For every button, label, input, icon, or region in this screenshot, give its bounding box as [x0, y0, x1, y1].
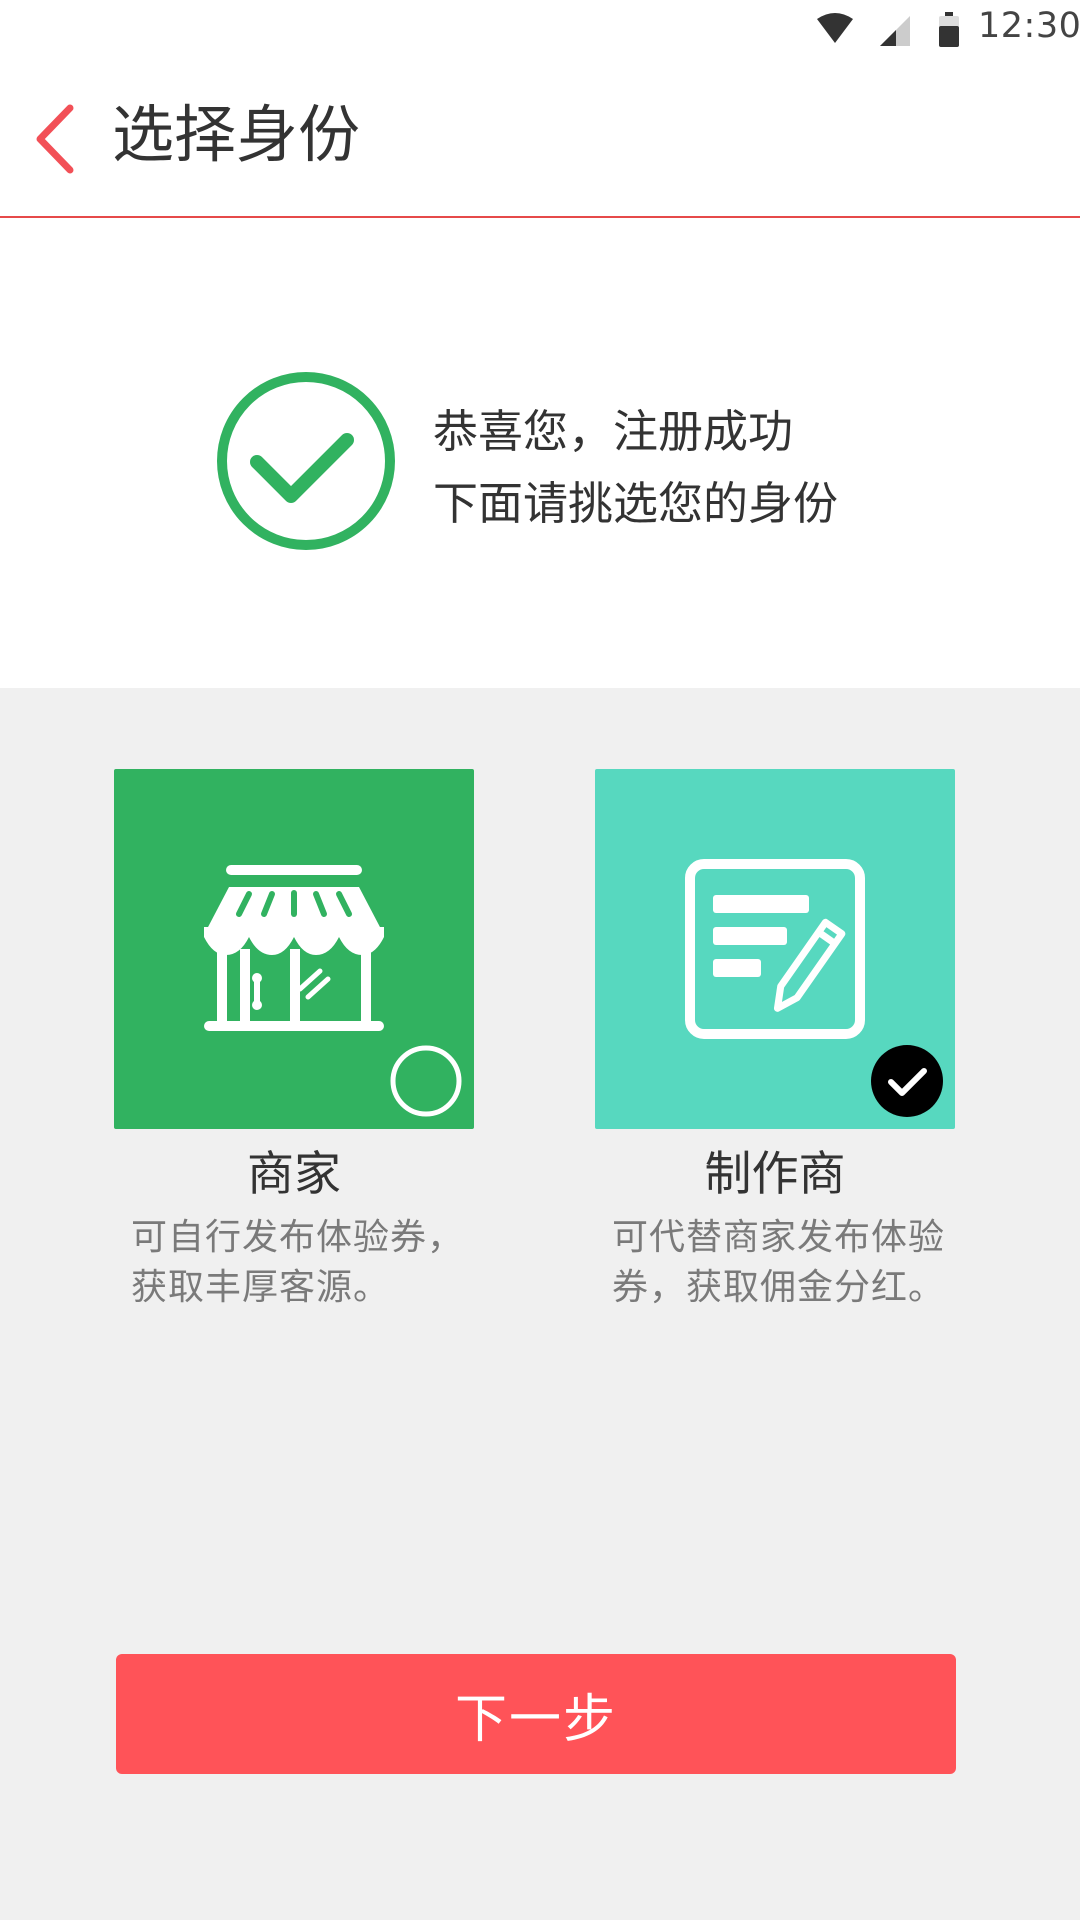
back-button[interactable] — [22, 100, 88, 178]
success-subtitle: 下面请挑选您的身份 — [433, 477, 839, 530]
success-panel: 恭喜您，注册成功 下面请挑选您的身份 — [0, 218, 1080, 688]
status-time: 12:30 — [978, 6, 1080, 46]
role-tile-merchant[interactable] — [114, 769, 474, 1129]
selected-check-icon[interactable] — [871, 1045, 943, 1117]
role-tile-producer[interactable] — [595, 769, 955, 1129]
role-card-producer[interactable]: 制作商 可代替商家发布体验券，获取佣金分红。 — [595, 769, 955, 1313]
status-bar: 12:30 — [0, 0, 1080, 60]
check-circle-icon — [217, 372, 395, 550]
success-title: 恭喜您，注册成功 — [433, 405, 794, 458]
wifi-icon — [817, 13, 853, 43]
role-description-merchant: 可自行发布体验券，获取丰厚客源。 — [131, 1217, 465, 1308]
chevron-left-icon — [36, 104, 74, 174]
role-name-merchant: 商家 — [247, 1147, 341, 1202]
app-header: 选择身份 — [0, 60, 1080, 218]
unselected-radio-icon[interactable] — [390, 1045, 462, 1117]
cellular-signal-icon — [880, 16, 910, 46]
next-step-button[interactable]: 下一步 — [116, 1654, 956, 1774]
page-title: 选择身份 — [112, 98, 361, 171]
battery-icon — [939, 12, 959, 47]
success-message: 恭喜您，注册成功 下面请挑选您的身份 — [433, 396, 838, 540]
role-name-producer: 制作商 — [704, 1147, 846, 1202]
role-description-producer: 可代替商家发布体验券，获取佣金分红。 — [612, 1217, 946, 1308]
role-card-merchant[interactable]: 商家 可自行发布体验券，获取丰厚客源。 — [114, 769, 474, 1313]
